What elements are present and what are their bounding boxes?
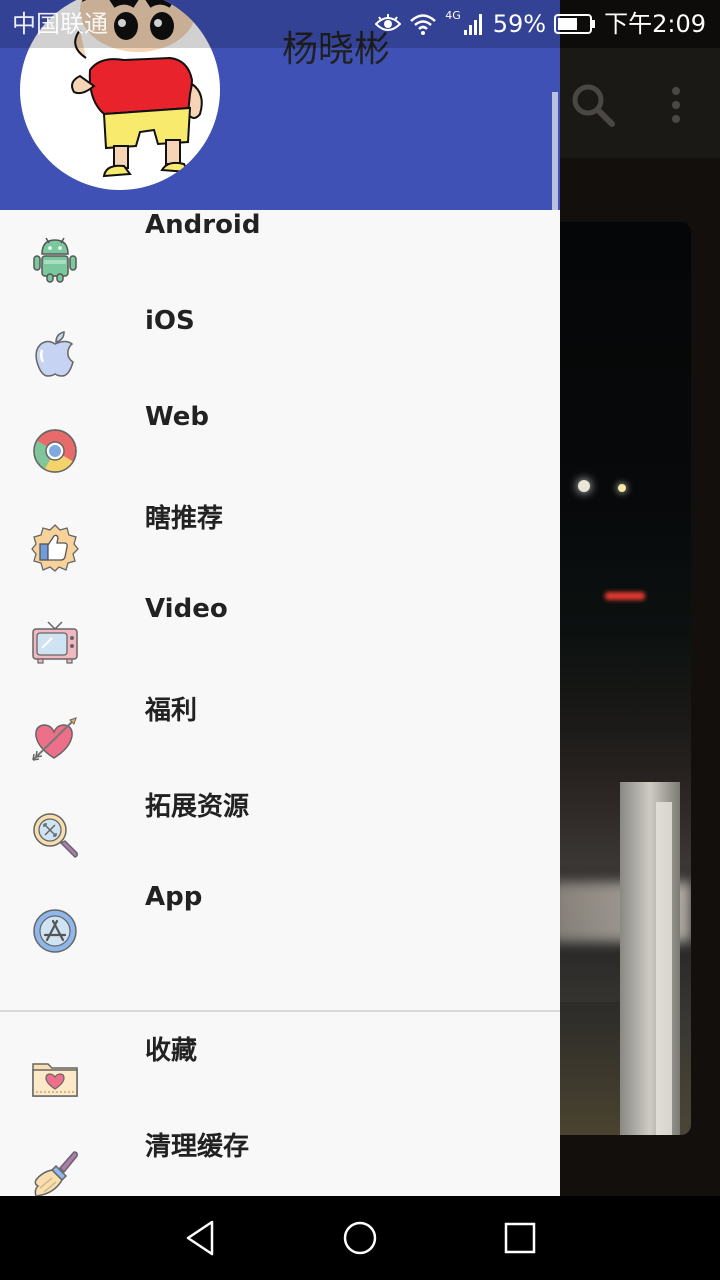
menu-label: iOS [145,306,195,336]
street-light [618,484,626,492]
chrome-icon [33,429,77,473]
heart-arrow-icon [32,717,77,761]
more-options-icon[interactable] [660,82,692,128]
wifi-icon [410,14,437,35]
menu-item-recommend[interactable]: 瞎推荐 [0,498,560,594]
scroll-indicator [552,92,558,210]
carrier-name: 中国联通 [12,10,108,38]
menu-item-android[interactable]: Android [0,210,560,306]
menu-label: Video [145,594,228,624]
magnifier-icon [33,813,78,858]
battery-icon [554,14,596,34]
road [550,1002,620,1135]
menu-item-app[interactable]: App [0,882,560,978]
tail-light [605,592,645,600]
app-store-icon [33,909,77,953]
thumbs-up-icon [31,524,79,572]
recents-icon[interactable] [498,1216,542,1260]
menu-item-ios[interactable]: iOS [0,306,560,402]
network-type: 4G [445,9,461,22]
menu-label: 福利 [145,696,198,726]
menu-label: 清理缓存 [145,1132,250,1162]
street-light [578,480,590,492]
home-icon[interactable] [338,1216,382,1260]
menu-item-welfare[interactable]: 福利 [0,690,560,786]
menu-item-extended-resources[interactable]: 拓展资源 [0,786,560,882]
status-bar: 中国联通 4G 59% 下午2:09 [0,0,720,48]
menu-label: App [145,882,203,912]
menu-label: 收藏 [145,1036,198,1066]
menu-item-video[interactable]: Video [0,594,560,690]
broom-icon [34,1151,78,1196]
background-photo-card[interactable] [550,222,691,1135]
favorites-folder-icon [32,1063,78,1097]
menu-label: Android [145,210,261,240]
drawer-secondary-menu: 收藏 清理缓存 [0,1030,560,1196]
navigation-drawer: 杨晓彬 Android iOS Web 瞎推荐 Video 福利 拓展资源 Ap… [0,0,560,1196]
tv-icon [32,621,78,664]
eye-comfort-icon [375,14,402,31]
back-icon[interactable] [178,1216,222,1260]
screen: 杨晓彬 Android iOS Web 瞎推荐 Video 福利 拓展资源 Ap… [0,0,720,1280]
status-icons: 4G 59% 下午2:09 [375,0,706,48]
menu-label: Web [145,402,209,432]
menu-divider [0,1010,560,1012]
pillar-highlight [656,802,672,1135]
menu-label: 拓展资源 [145,792,250,822]
navigation-bar [0,1196,720,1280]
search-icon[interactable] [568,80,618,130]
signal-icon [463,14,482,35]
android-icon [33,237,77,283]
menu-item-web[interactable]: Web [0,402,560,498]
menu-label: 瞎推荐 [145,504,224,534]
menu-item-favorites[interactable]: 收藏 [0,1030,560,1126]
apple-icon [35,331,74,377]
battery-percent: 59% [492,10,547,38]
menu-item-clear-cache[interactable]: 清理缓存 [0,1126,560,1196]
drawer-menu: Android iOS Web 瞎推荐 Video 福利 拓展资源 App [0,210,560,978]
clock: 下午2:09 [604,10,706,38]
